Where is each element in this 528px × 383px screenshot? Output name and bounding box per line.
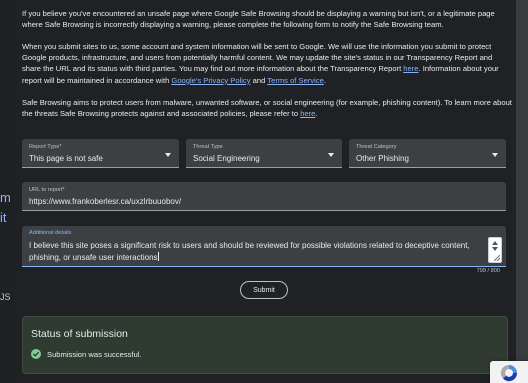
report-dialog: If you believe you've encountered an uns… bbox=[14, 0, 516, 383]
background-text-fragment: m bbox=[0, 190, 11, 205]
recaptcha-logo-icon bbox=[500, 364, 518, 382]
report-type-value: This page is not safe bbox=[29, 154, 103, 163]
intro-paragraph-3: Safe Browsing aims to protect users from… bbox=[22, 97, 512, 119]
url-label: URL to report* bbox=[29, 187, 65, 193]
threat-category-value: Other Phishing bbox=[356, 154, 409, 163]
threat-category-select[interactable]: Threat Category Other Phishing bbox=[349, 139, 506, 168]
url-input[interactable]: URL to report* https://www.frankoberlesr… bbox=[22, 182, 506, 211]
threat-category-label: Threat Category bbox=[356, 144, 397, 150]
status-title: Status of submission bbox=[31, 328, 128, 340]
threat-type-select[interactable]: Threat Type Social Engineering bbox=[186, 139, 342, 168]
additional-details-textarea[interactable]: Additional details I believe this site p… bbox=[22, 226, 506, 267]
arrow-up-icon[interactable] bbox=[492, 241, 498, 245]
chevron-down-icon bbox=[328, 153, 334, 157]
status-message: Submission was successful. bbox=[31, 349, 142, 359]
threats-policy-link[interactable]: here bbox=[300, 109, 315, 118]
chevron-down-icon bbox=[492, 153, 498, 157]
page-scrollbar[interactable] bbox=[516, 0, 528, 383]
intro-text: Safe Browsing aims to protect users from… bbox=[22, 98, 512, 119]
check-circle-icon bbox=[31, 349, 41, 359]
chevron-down-icon bbox=[165, 153, 171, 157]
background-text-fragment: it bbox=[0, 210, 7, 225]
additional-details-value: I believe this site poses a significant … bbox=[29, 240, 477, 264]
additional-details-label: Additional details bbox=[29, 230, 72, 236]
report-type-select[interactable]: Report Type* This page is not safe bbox=[22, 139, 179, 168]
arrow-down-icon[interactable] bbox=[492, 247, 498, 251]
resize-handle-icon[interactable] bbox=[494, 255, 500, 261]
textarea-scroll-control[interactable] bbox=[488, 237, 502, 263]
intro-text: . bbox=[323, 75, 326, 85]
character-counter: 799 / 800 bbox=[476, 268, 500, 274]
intro-text: If you believe you've encountered an uns… bbox=[22, 9, 495, 30]
transparency-report-link[interactable]: here bbox=[403, 64, 418, 73]
submit-button[interactable]: Submit bbox=[240, 281, 288, 299]
report-type-label: Report Type* bbox=[29, 144, 62, 150]
url-value: https://www.frankoberlesr.ca/uxzlrbuuobo… bbox=[29, 197, 182, 206]
privacy-policy-link[interactable]: Google's Privacy Policy bbox=[171, 76, 250, 85]
recaptcha-badge[interactable] bbox=[490, 361, 528, 383]
background-text-fragment: JS bbox=[0, 292, 11, 302]
background-page: m it JS bbox=[0, 0, 14, 383]
threat-type-value: Social Engineering bbox=[193, 154, 260, 163]
intro-text: and bbox=[250, 75, 268, 85]
status-message-text: Submission was successful. bbox=[47, 349, 142, 359]
terms-of-service-link[interactable]: Terms of Service bbox=[267, 76, 324, 85]
threat-type-label: Threat Type bbox=[193, 144, 223, 150]
submission-status-card: Status of submission Submission was succ… bbox=[22, 316, 508, 374]
intro-paragraph-1: If you believe you've encountered an uns… bbox=[22, 8, 512, 30]
intro-text: . bbox=[315, 109, 318, 119]
intro-paragraph-2: When you submit sites to us, some accoun… bbox=[22, 41, 512, 86]
